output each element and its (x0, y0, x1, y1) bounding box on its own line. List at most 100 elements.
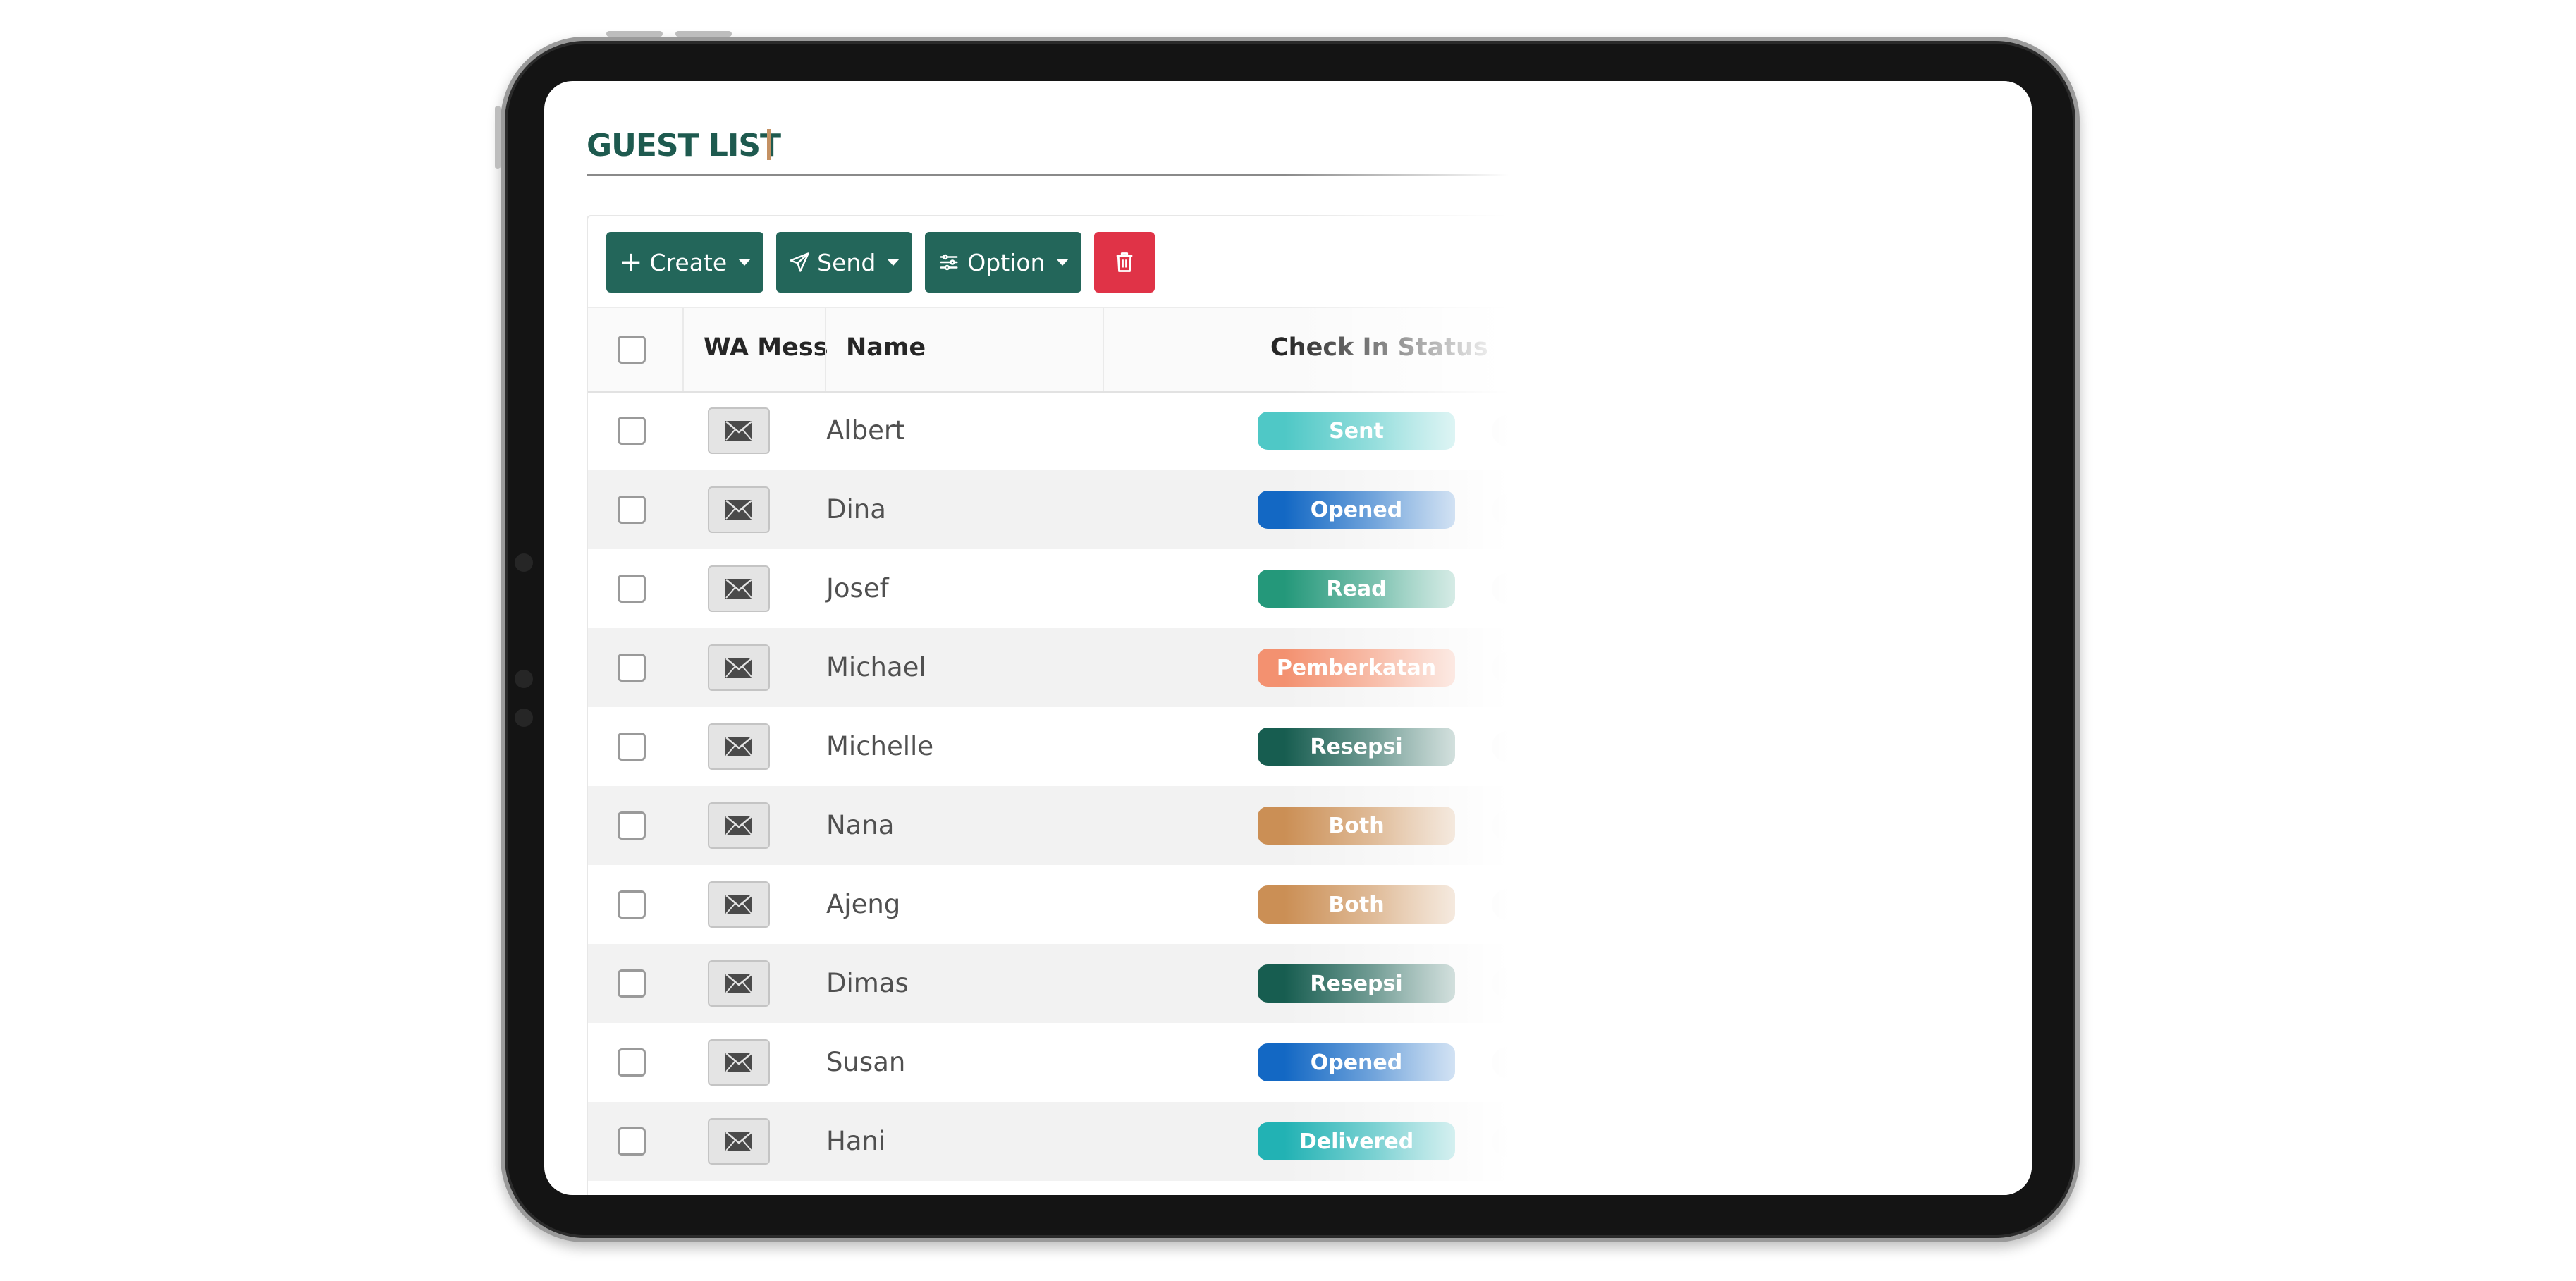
guest-name: Ajeng (826, 889, 901, 919)
wa-message-button[interactable] (708, 486, 770, 533)
wa-message-button[interactable] (708, 802, 770, 849)
create-button[interactable]: + Create (606, 232, 764, 293)
guest-name: Michael (826, 652, 926, 682)
tablet-camera-dot (515, 670, 533, 688)
status-badge: Both (1258, 807, 1455, 845)
wa-message-button[interactable] (708, 644, 770, 691)
table-row[interactable]: Michael Pemberkatan Not Yet (588, 628, 1801, 707)
header-divider (587, 174, 1785, 176)
title-cursor-bar (767, 129, 771, 160)
check-in-status-badge: Not Yet (1492, 415, 1696, 446)
table-row[interactable]: Ajeng Both Not Yet (588, 865, 1801, 944)
send-button[interactable]: Send (776, 232, 913, 293)
check-in-status-badge: Not Yet (1492, 494, 1696, 525)
guest-name: Josef (826, 573, 889, 603)
table-row[interactable]: Josef Read Not Yet (588, 549, 1801, 628)
wa-message-button[interactable] (708, 723, 770, 770)
column-divider (825, 308, 826, 391)
wa-message-button[interactable] (708, 960, 770, 1007)
row-checkbox[interactable] (618, 1127, 646, 1156)
table-row[interactable]: Dina Opened Not Yet (588, 470, 1801, 549)
table-header: WA Mess Name Check In Status (588, 307, 1801, 393)
delete-button[interactable] (1094, 232, 1155, 293)
wa-message-button[interactable] (708, 1039, 770, 1086)
check-in-status-badge: Not Yet (1492, 810, 1696, 841)
envelope-icon (725, 816, 752, 835)
trash-icon (1117, 252, 1133, 272)
toolbar: + Create Send Option (606, 232, 1155, 293)
row-checkbox[interactable] (618, 654, 646, 682)
guest-name: Albert (826, 415, 905, 446)
row-checkbox[interactable] (618, 890, 646, 919)
table-row[interactable]: Albert Sent Not Yet (588, 391, 1801, 470)
option-button[interactable]: Option (925, 232, 1082, 293)
row-checkbox[interactable] (618, 969, 646, 998)
tablet-screen: GUEST LIST + Create Send Option WA Mess … (544, 81, 2032, 1195)
status-badge: Resepsi (1258, 964, 1455, 1003)
envelope-icon (725, 895, 752, 914)
create-button-label: Create (649, 248, 728, 276)
status-badge: Opened (1258, 1043, 1455, 1081)
table-row[interactable]: Dimas Resepsi Not Yet (588, 944, 1801, 1023)
status-badge: Read (1258, 570, 1455, 608)
status-badge: Opened (1258, 491, 1455, 529)
guest-name: Hani (826, 1126, 886, 1156)
row-checkbox[interactable] (618, 417, 646, 445)
row-checkbox[interactable] (618, 811, 646, 840)
check-in-status-badge: Not Yet (1492, 1047, 1696, 1078)
wa-message-button[interactable] (708, 1118, 770, 1165)
status-badge: Resepsi (1258, 728, 1455, 766)
tablet-side-button (495, 106, 501, 169)
chevron-down-icon (1056, 259, 1069, 266)
table-row[interactable]: Susan Opened Not Yet (588, 1023, 1801, 1102)
table-row[interactable]: Hani Delivered Not Yet (588, 1102, 1801, 1181)
guest-name: Susan (826, 1047, 906, 1077)
tablet-camera-dot (515, 553, 533, 572)
status-badge: Pemberkatan (1258, 649, 1455, 687)
envelope-icon (725, 500, 752, 520)
row-checkbox[interactable] (618, 733, 646, 761)
wa-message-button[interactable] (708, 881, 770, 928)
envelope-icon (725, 658, 752, 678)
column-header-wa-message[interactable]: WA Mess (704, 333, 828, 362)
sliders-icon (940, 254, 958, 271)
check-in-status-badge: Not Yet (1492, 573, 1696, 604)
check-in-status-badge: Not Yet (1492, 652, 1696, 683)
paper-plane-icon (790, 252, 809, 272)
wa-message-button[interactable] (708, 565, 770, 612)
guest-table-panel: + Create Send Option WA Mess Name Check … (587, 215, 1802, 1195)
guest-name: Dimas (826, 968, 909, 998)
envelope-icon (725, 1053, 752, 1072)
row-checkbox[interactable] (618, 496, 646, 524)
envelope-icon (725, 1132, 752, 1151)
check-in-status-badge: Not Yet (1492, 1126, 1696, 1157)
envelope-icon (725, 421, 752, 441)
row-checkbox[interactable] (618, 1048, 646, 1077)
chevron-down-icon (738, 259, 752, 266)
envelope-icon (725, 974, 752, 993)
wa-message-button[interactable] (708, 407, 770, 454)
check-in-status-badge: Not Yet (1492, 731, 1696, 762)
tablet-top-button (675, 31, 732, 37)
status-badge: Sent (1258, 412, 1455, 450)
column-divider (1103, 308, 1104, 391)
option-button-label: Option (967, 248, 1045, 276)
guest-name: Michelle (826, 731, 934, 761)
column-header-check-in-status[interactable]: Check In Status (1270, 333, 1488, 362)
page-title: GUEST LIST (587, 128, 781, 164)
table-row[interactable]: Nana Both Not Yet (588, 786, 1801, 865)
check-in-status-badge: Not Yet (1492, 889, 1696, 920)
tablet-camera-dot (515, 709, 533, 727)
plus-icon: + (619, 246, 643, 278)
table-row[interactable]: Michelle Resepsi Not Yet (588, 707, 1801, 786)
column-header-name[interactable]: Name (846, 333, 935, 362)
guest-name: Dina (826, 494, 886, 525)
column-divider (682, 308, 684, 391)
send-button-label: Send (817, 248, 876, 276)
tablet-top-button (606, 31, 663, 37)
envelope-icon (725, 737, 752, 756)
chevron-down-icon (887, 259, 900, 266)
select-all-checkbox[interactable] (618, 336, 646, 364)
check-in-status-badge: Not Yet (1492, 968, 1696, 999)
row-checkbox[interactable] (618, 575, 646, 603)
